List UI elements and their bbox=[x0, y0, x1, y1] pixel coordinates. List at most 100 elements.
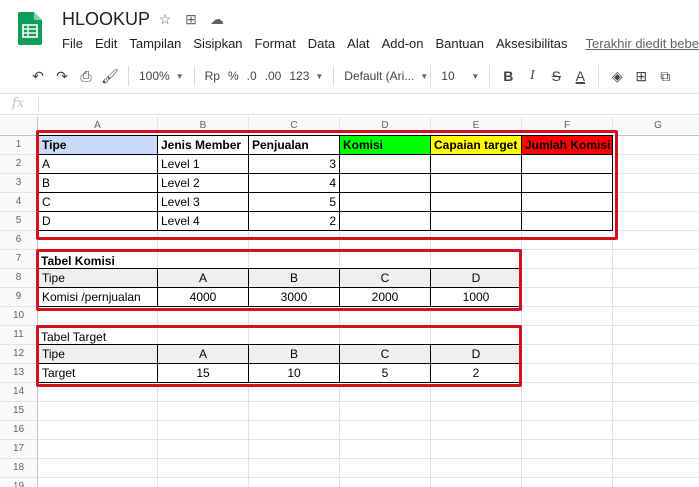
row-header-2[interactable]: 2 bbox=[0, 155, 38, 174]
lookup-header-cell[interactable]: C bbox=[340, 344, 431, 364]
lookup-value-cell[interactable]: 1000 bbox=[431, 288, 522, 307]
formula-input[interactable] bbox=[44, 97, 684, 112]
more-formats-select[interactable]: 123 ▼ bbox=[285, 64, 327, 88]
merge-cells-icon[interactable]: ⧉ bbox=[653, 64, 677, 88]
row-header-15[interactable]: 15 bbox=[0, 402, 38, 421]
column-header-e[interactable]: E bbox=[431, 117, 522, 136]
data-cell[interactable] bbox=[340, 155, 431, 174]
select-all-corner[interactable] bbox=[0, 117, 38, 136]
last-edit-link[interactable]: Terakhir diedit bebe bbox=[585, 36, 698, 51]
data-cell[interactable] bbox=[431, 174, 522, 193]
lookup-value-cell[interactable]: 15 bbox=[158, 364, 249, 383]
menu-alat[interactable]: Alat bbox=[347, 36, 369, 51]
column-header-d[interactable]: D bbox=[340, 117, 431, 136]
star-icon[interactable]: ☆ bbox=[157, 11, 173, 28]
print-icon[interactable]: ⎙ bbox=[74, 64, 98, 88]
lookup-value-cell[interactable]: 5 bbox=[340, 364, 431, 383]
data-cell[interactable] bbox=[431, 193, 522, 212]
row-header-10[interactable]: 10 bbox=[0, 307, 38, 326]
bold-icon[interactable]: B bbox=[496, 64, 520, 88]
text-color-icon[interactable]: A bbox=[568, 64, 592, 88]
menu-edit[interactable]: Edit bbox=[95, 36, 117, 51]
data-cell[interactable] bbox=[522, 174, 613, 193]
lookup-header-cell[interactable]: B bbox=[249, 268, 340, 288]
data-cell[interactable]: 4 bbox=[249, 174, 340, 193]
data-cell[interactable]: D bbox=[38, 212, 158, 231]
increase-decimal-button[interactable]: .00 bbox=[261, 64, 286, 88]
data-cell[interactable] bbox=[431, 155, 522, 174]
data-cell[interactable] bbox=[340, 212, 431, 231]
row-header-11[interactable]: 11 bbox=[0, 326, 38, 345]
lookup-header-cell[interactable]: D bbox=[431, 344, 522, 364]
data-cell[interactable] bbox=[431, 212, 522, 231]
row-header-9[interactable]: 9 bbox=[0, 288, 38, 307]
header-cell[interactable]: Capaian target bbox=[431, 135, 522, 155]
menu-format[interactable]: Format bbox=[255, 36, 296, 51]
currency-button[interactable]: Rp bbox=[201, 64, 224, 88]
italic-icon[interactable]: I bbox=[520, 64, 544, 88]
data-cell[interactable]: C bbox=[38, 193, 158, 212]
row-header-5[interactable]: 5 bbox=[0, 212, 38, 231]
font-select[interactable]: Default (Ari... ▼ bbox=[340, 64, 428, 88]
spreadsheet-grid[interactable]: A B C D E F G 1 2 3 4 5 6 7 8 9 10 11 12 13 14 15 16 17 1… bbox=[0, 117, 699, 487]
column-header-g[interactable]: G bbox=[613, 117, 699, 136]
lookup-header-cell[interactable]: Tipe bbox=[38, 344, 158, 364]
header-cell[interactable]: Jenis Member bbox=[158, 135, 249, 155]
menu-data[interactable]: Data bbox=[308, 36, 335, 51]
strikethrough-icon[interactable]: S bbox=[544, 64, 568, 88]
menu-aksesibilitas[interactable]: Aksesibilitas bbox=[496, 36, 568, 51]
redo-icon[interactable]: ↷ bbox=[50, 64, 74, 88]
lookup-value-cell[interactable]: 4000 bbox=[158, 288, 249, 307]
column-header-a[interactable]: A bbox=[38, 117, 158, 136]
data-cell[interactable] bbox=[522, 155, 613, 174]
lookup-header-cell[interactable]: Tipe bbox=[38, 268, 158, 288]
menu-addon[interactable]: Add-on bbox=[382, 36, 424, 51]
font-size-select[interactable]: 10 ▼ bbox=[437, 64, 483, 88]
data-cell[interactable]: 2 bbox=[249, 212, 340, 231]
header-cell[interactable]: Penjualan bbox=[249, 135, 340, 155]
fill-color-icon[interactable]: ◈ bbox=[605, 64, 629, 88]
data-cell[interactable]: Level 1 bbox=[158, 155, 249, 174]
lookup-value-cell[interactable]: 2000 bbox=[340, 288, 431, 307]
data-cell[interactable] bbox=[522, 212, 613, 231]
row-header-16[interactable]: 16 bbox=[0, 421, 38, 440]
header-cell[interactable]: Komisi bbox=[340, 135, 431, 155]
sheets-logo-icon[interactable] bbox=[18, 12, 42, 45]
row-header-18[interactable]: 18 bbox=[0, 459, 38, 478]
row-header-8[interactable]: 8 bbox=[0, 269, 38, 288]
data-cell[interactable]: 5 bbox=[249, 193, 340, 212]
row-header-12[interactable]: 12 bbox=[0, 345, 38, 364]
data-cell[interactable]: Level 3 bbox=[158, 193, 249, 212]
menu-sisipkan[interactable]: Sisipkan bbox=[193, 36, 242, 51]
cloud-status-icon[interactable]: ☁ bbox=[209, 11, 225, 28]
document-title[interactable]: HLOOKUP bbox=[62, 9, 150, 30]
decrease-decimal-button[interactable]: .0 bbox=[243, 64, 261, 88]
borders-icon[interactable]: ⊞ bbox=[629, 64, 653, 88]
undo-icon[interactable]: ↶ bbox=[26, 64, 50, 88]
row-header-1[interactable]: 1 bbox=[0, 136, 38, 155]
row-header-19[interactable]: 19 bbox=[0, 478, 38, 487]
lookup-value-cell[interactable]: Komisi /pernjualan bbox=[38, 288, 158, 307]
row-header-6[interactable]: 6 bbox=[0, 231, 38, 250]
lookup-header-cell[interactable]: A bbox=[158, 344, 249, 364]
lookup-value-cell[interactable]: 3000 bbox=[249, 288, 340, 307]
header-cell[interactable]: Jumlah Komisi bbox=[522, 135, 613, 155]
data-cell[interactable]: Level 2 bbox=[158, 174, 249, 193]
data-cell[interactable]: Level 4 bbox=[158, 212, 249, 231]
lookup-value-cell[interactable]: Target bbox=[38, 364, 158, 383]
row-header-3[interactable]: 3 bbox=[0, 174, 38, 193]
paint-format-icon[interactable]: 🖌 bbox=[98, 64, 122, 88]
menu-bantuan[interactable]: Bantuan bbox=[436, 36, 484, 51]
lookup-value-cell[interactable]: 2 bbox=[431, 364, 522, 383]
move-to-folder-icon[interactable]: ⊞ bbox=[183, 11, 199, 28]
data-cell[interactable]: 3 bbox=[249, 155, 340, 174]
lookup-header-cell[interactable]: B bbox=[249, 344, 340, 364]
column-header-b[interactable]: B bbox=[158, 117, 249, 136]
lookup-header-cell[interactable]: D bbox=[431, 268, 522, 288]
data-cell[interactable]: A bbox=[38, 155, 158, 174]
row-header-4[interactable]: 4 bbox=[0, 193, 38, 212]
row-header-7[interactable]: 7 bbox=[0, 250, 38, 269]
data-cell[interactable] bbox=[340, 174, 431, 193]
menu-tampilan[interactable]: Tampilan bbox=[129, 36, 181, 51]
header-cell[interactable]: Tipe bbox=[38, 135, 158, 155]
